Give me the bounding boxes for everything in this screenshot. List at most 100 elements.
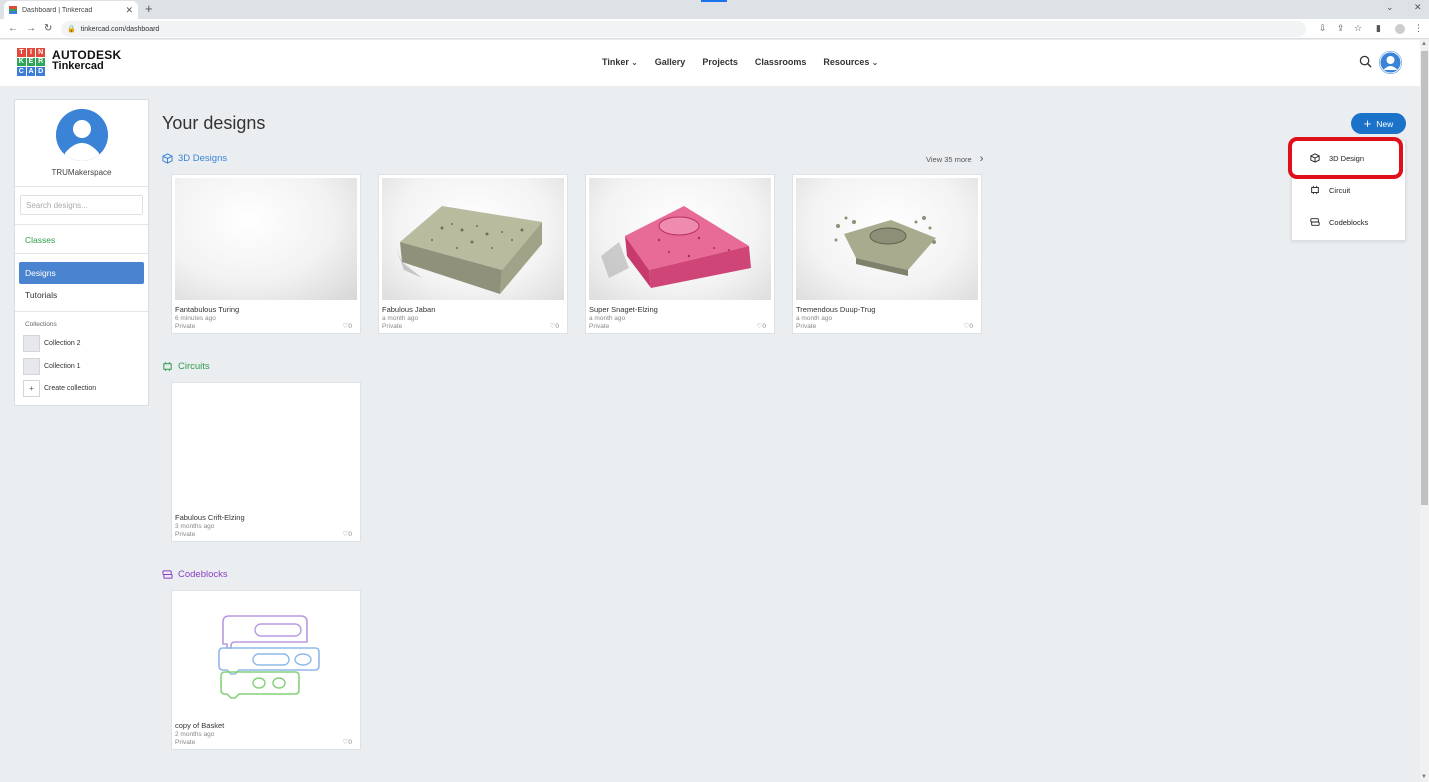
new-tab-icon[interactable]: +: [145, 2, 153, 16]
nav-label: Projects: [702, 57, 738, 67]
collection-item[interactable]: Collection 2: [23, 335, 81, 352]
cube-icon: [162, 153, 173, 164]
design-name: Fabulous Jaban: [382, 305, 436, 314]
divider: [15, 186, 148, 187]
username: TRUMakerspace: [51, 168, 112, 177]
design-likes: ♡0: [550, 322, 559, 330]
design-thumbnail: [175, 178, 357, 300]
browser-address-bar: ← → ↻ 🔒 tinkercad.com/dashboard ⇩ ⇪ ☆ ▮ …: [0, 19, 1429, 39]
menu-item-label: Circuit: [1329, 185, 1351, 195]
scroll-down-icon[interactable]: ▼: [1421, 774, 1427, 780]
likes-count: 0: [348, 323, 352, 330]
install-icon[interactable]: ⇩: [1319, 23, 1327, 34]
divider: [15, 253, 148, 254]
nav-label: Classrooms: [754, 57, 807, 67]
nav-gallery[interactable]: Gallery: [655, 57, 686, 67]
nav-resources[interactable]: Resources ⌄: [823, 57, 878, 67]
forward-icon[interactable]: →: [26, 22, 36, 36]
design-name: Fantabulous Turing: [175, 305, 240, 314]
url-text: tinkercad.com/dashboard: [80, 25, 160, 33]
design-privacy: Private: [796, 323, 817, 330]
codeblocks-icon: [1310, 218, 1320, 226]
design-name: copy of Basket: [175, 721, 225, 730]
view-more-label: View 35 more: [926, 154, 972, 164]
site-header: TIN KER CAD AUTODESK Tinkercad Tinker ⌄ Gal…: [0, 40, 1429, 86]
design-privacy: Private: [589, 323, 610, 330]
design-name: Tremendous Duup-Trug: [796, 305, 876, 314]
nav-classrooms[interactable]: Classrooms: [755, 57, 807, 67]
likes-count: 0: [348, 531, 352, 538]
design-card[interactable]: Tremendous Duup-Trug a month ago Private…: [792, 174, 982, 334]
browser-tab[interactable]: Dashboard | Tinkercad ✕: [4, 1, 138, 19]
circuit-thumbnail: [175, 386, 357, 508]
section-label: 3D Designs: [178, 153, 228, 164]
window-close-icon[interactable]: ✕: [1414, 2, 1422, 13]
divider: [15, 311, 148, 312]
create-collection-button[interactable]: + Create collection: [23, 380, 96, 397]
create-collection-label: Create collection: [44, 385, 97, 392]
design-card[interactable]: Super Snaget-Elzing a month ago Private …: [585, 174, 775, 334]
design-privacy: Private: [382, 323, 403, 330]
tab-title: Dashboard | Tinkercad: [22, 6, 93, 14]
side-panel-icon[interactable]: ▮: [1376, 23, 1381, 34]
section-codeblocks-heading[interactable]: Codeblocks: [162, 569, 228, 580]
menu-item-codeblocks[interactable]: Codeblocks: [1292, 211, 1405, 233]
divider: [15, 224, 148, 225]
new-button[interactable]: + New: [1351, 113, 1406, 134]
close-tab-icon[interactable]: ✕: [125, 5, 133, 16]
design-likes: ♡0: [964, 322, 973, 330]
brand-name[interactable]: AUTODESK Tinkercad: [52, 49, 122, 72]
logo-letter: I: [26, 48, 36, 57]
design-privacy: Private: [175, 323, 196, 330]
scroll-up-icon[interactable]: ▲: [1421, 41, 1427, 47]
menu-item-circuit[interactable]: Circuit: [1292, 179, 1405, 201]
design-thumbnail: [589, 178, 771, 300]
nav-projects[interactable]: Projects: [702, 57, 738, 67]
design-time: a month ago: [382, 315, 419, 322]
design-time: 2 months ago: [175, 731, 215, 738]
section-3d-designs-heading[interactable]: 3D Designs: [162, 153, 227, 164]
circuit-card[interactable]: Fabulous Crift-Elzing 3 months ago Priva…: [171, 382, 361, 542]
search-icon[interactable]: [1359, 55, 1372, 68]
collection-item[interactable]: Collection 1: [23, 358, 81, 375]
likes-count: 0: [762, 323, 766, 330]
design-likes: ♡0: [757, 322, 766, 330]
sidebar-item-tutorials[interactable]: Tutorials: [25, 290, 57, 300]
browser-menu-icon[interactable]: ⋮: [1414, 23, 1423, 34]
tinkercad-logo[interactable]: TIN KER CAD: [17, 48, 45, 76]
logo-letter: A: [26, 67, 36, 76]
logo-letter: D: [36, 67, 45, 76]
scrollbar-thumb[interactable]: [1421, 51, 1428, 505]
design-likes: ♡0: [343, 738, 352, 746]
design-card[interactable]: Fabulous Jaban a month ago Private ♡0: [378, 174, 568, 334]
page-title: Your designs: [162, 113, 266, 133]
minimize-icon[interactable]: ⌄: [1386, 2, 1394, 13]
likes-count: 0: [969, 323, 973, 330]
nav-label: Tinker: [602, 57, 629, 67]
bookmark-star-icon[interactable]: ☆: [1354, 23, 1362, 34]
design-likes: ♡0: [343, 322, 352, 330]
section-circuits-heading[interactable]: Circuits: [162, 361, 210, 372]
reload-icon[interactable]: ↻: [44, 22, 52, 36]
view-more-link[interactable]: View 35 more ›: [926, 153, 983, 165]
design-name: Super Snaget-Elzing: [589, 305, 658, 314]
collection-thumbnail: [23, 358, 40, 375]
sidebar-item-classes[interactable]: Classes: [25, 235, 55, 245]
nav-tinker[interactable]: Tinker ⌄: [602, 57, 638, 67]
search-designs-input[interactable]: [20, 195, 143, 215]
design-card[interactable]: Fantabulous Turing 6 minutes ago Private…: [171, 174, 361, 334]
user-avatar-icon[interactable]: [1379, 51, 1402, 74]
logo-letter: N: [36, 48, 45, 57]
browser-profile-icon[interactable]: [1395, 24, 1405, 34]
section-label: Codeblocks: [178, 569, 228, 580]
design-name: Fabulous Crift-Elzing: [175, 513, 245, 522]
logo-letter: T: [17, 48, 26, 57]
url-field[interactable]: 🔒 tinkercad.com/dashboard: [61, 21, 1306, 37]
browser-tab-bar: Dashboard | Tinkercad ✕ + ⌄ ✕: [0, 0, 1429, 19]
sidebar-item-designs[interactable]: Designs: [19, 262, 144, 284]
back-icon[interactable]: ←: [8, 22, 18, 36]
codeblocks-card[interactable]: copy of Basket 2 months ago Private ♡0: [171, 590, 361, 750]
share-icon[interactable]: ⇪: [1337, 23, 1345, 34]
profile-avatar-icon[interactable]: [56, 109, 108, 161]
menu-item-label: Codeblocks: [1329, 217, 1369, 227]
